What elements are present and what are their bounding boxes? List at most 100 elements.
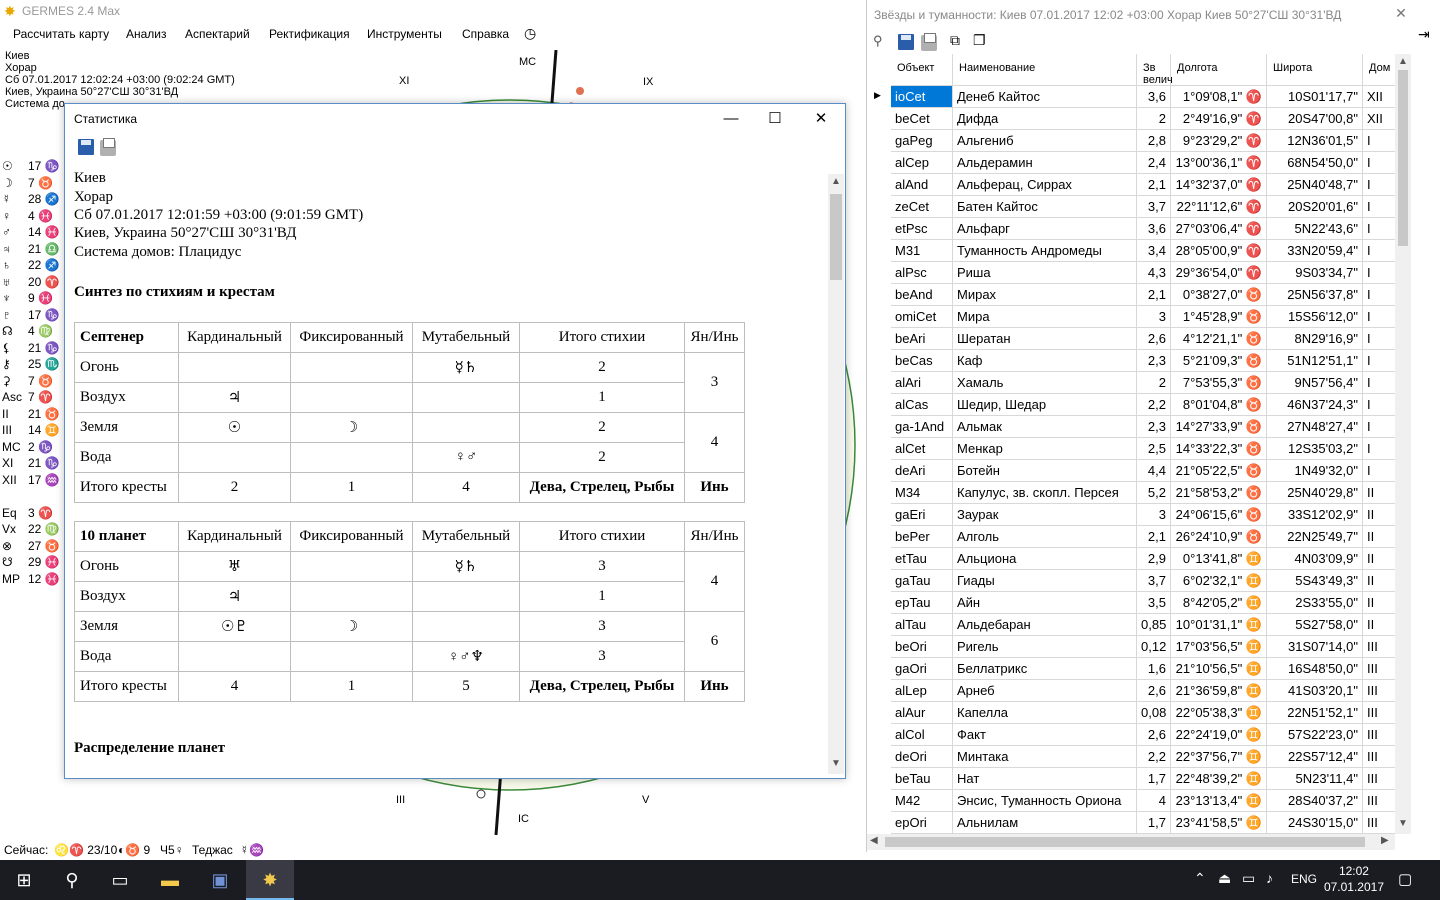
star-name-cell[interactable]: Дифда bbox=[953, 108, 1137, 130]
star-latitude-cell[interactable]: 4N03'09,9" bbox=[1267, 548, 1363, 570]
scroll-up-icon[interactable]: ▲ bbox=[1398, 56, 1408, 67]
star-magnitude-cell[interactable]: 4,3 bbox=[1137, 262, 1171, 284]
star-object-cell[interactable]: omiCet bbox=[891, 306, 953, 328]
scroll-right-icon[interactable]: ▶ bbox=[1381, 835, 1389, 846]
col-header-magnitude[interactable]: Зв велич bbox=[1137, 54, 1173, 86]
star-name-cell[interactable]: Менкар bbox=[953, 438, 1137, 460]
star-house-cell[interactable]: I bbox=[1363, 438, 1397, 460]
star-name-cell[interactable]: Нат bbox=[953, 768, 1137, 790]
star-latitude-cell[interactable]: 2S33'55,0" bbox=[1267, 592, 1363, 614]
star-latitude-cell[interactable]: 16S48'50,0" bbox=[1267, 658, 1363, 680]
star-longitude-cell[interactable]: 7°53'55,3" ♉ bbox=[1171, 372, 1267, 394]
star-longitude-cell[interactable]: 4°12'21,1" ♉ bbox=[1171, 328, 1267, 350]
star-magnitude-cell[interactable]: 2,4 bbox=[1137, 152, 1171, 174]
star-name-cell[interactable]: Риша bbox=[953, 262, 1137, 284]
star-object-cell[interactable]: epOri bbox=[891, 812, 953, 834]
star-object-cell[interactable]: etPsc bbox=[891, 218, 953, 240]
star-object-cell[interactable]: bePer bbox=[891, 526, 953, 548]
stars-horizontal-scrollbar[interactable]: ◀ ▶ bbox=[867, 834, 1395, 850]
star-longitude-cell[interactable]: 21°05'22,5" ♉ bbox=[1171, 460, 1267, 482]
star-name-cell[interactable]: Батен Кайтос bbox=[953, 196, 1137, 218]
save-icon[interactable] bbox=[78, 139, 94, 155]
star-name-cell[interactable]: Мирах bbox=[953, 284, 1137, 306]
star-house-cell[interactable]: III bbox=[1363, 680, 1397, 702]
star-magnitude-cell[interactable]: 2,1 bbox=[1137, 526, 1171, 548]
star-house-cell[interactable]: I bbox=[1363, 152, 1397, 174]
star-house-cell[interactable]: I bbox=[1363, 372, 1397, 394]
star-name-cell[interactable]: Гиады bbox=[953, 570, 1137, 592]
star-longitude-cell[interactable]: 28°05'00,9" ♈ bbox=[1171, 240, 1267, 262]
star-name-cell[interactable]: Шедир, Шедар bbox=[953, 394, 1137, 416]
star-longitude-cell[interactable]: 14°33'22,3" ♉ bbox=[1171, 438, 1267, 460]
star-house-cell[interactable]: III bbox=[1363, 636, 1397, 658]
star-latitude-cell[interactable]: 25N56'37,8" bbox=[1267, 284, 1363, 306]
star-house-cell[interactable]: I bbox=[1363, 262, 1397, 284]
star-name-cell[interactable]: Факт bbox=[953, 724, 1137, 746]
star-longitude-cell[interactable]: 0°13'41,8" ♊ bbox=[1171, 548, 1267, 570]
star-latitude-cell[interactable]: 25N40'29,8" bbox=[1267, 482, 1363, 504]
star-object-cell[interactable]: alCet bbox=[891, 438, 953, 460]
menu-help[interactable]: Справка bbox=[462, 27, 509, 41]
maximize-button[interactable]: ☐ bbox=[753, 106, 797, 132]
star-magnitude-cell[interactable]: 3,7 bbox=[1137, 570, 1171, 592]
scroll-up-icon[interactable]: ▲ bbox=[828, 176, 844, 187]
star-magnitude-cell[interactable]: 2,1 bbox=[1137, 284, 1171, 306]
scroll-thumb[interactable] bbox=[1398, 70, 1408, 246]
star-house-cell[interactable]: I bbox=[1363, 240, 1397, 262]
col-header-house[interactable]: Дом bbox=[1363, 54, 1397, 86]
germes-taskbar-icon[interactable]: ✸ bbox=[246, 860, 294, 900]
scroll-left-icon[interactable]: ◀ bbox=[870, 835, 878, 846]
star-object-cell[interactable]: M42 bbox=[891, 790, 953, 812]
minimize-button[interactable]: — bbox=[709, 106, 753, 132]
scroll-thumb[interactable] bbox=[830, 194, 842, 280]
star-longitude-cell[interactable]: 17°03'56,5" ♊ bbox=[1171, 636, 1267, 658]
star-longitude-cell[interactable]: 14°27'33,9" ♉ bbox=[1171, 416, 1267, 438]
star-latitude-cell[interactable]: 5S27'58,0" bbox=[1267, 614, 1363, 636]
star-latitude-cell[interactable]: 9S03'34,7" bbox=[1267, 262, 1363, 284]
statistics-titlebar[interactable]: Статистика — ☐ ✕ bbox=[65, 104, 845, 134]
star-longitude-cell[interactable]: 9°23'29,2" ♈ bbox=[1171, 130, 1267, 152]
star-longitude-cell[interactable]: 5°21'09,3" ♉ bbox=[1171, 350, 1267, 372]
star-longitude-cell[interactable]: 8°01'04,8" ♉ bbox=[1171, 394, 1267, 416]
star-house-cell[interactable]: I bbox=[1363, 196, 1397, 218]
star-latitude-cell[interactable]: 8N29'16,9" bbox=[1267, 328, 1363, 350]
star-latitude-cell[interactable]: 12S35'03,2" bbox=[1267, 438, 1363, 460]
save-app-icon[interactable]: ▣ bbox=[196, 860, 244, 900]
star-longitude-cell[interactable]: 22°24'19,0" ♊ bbox=[1171, 724, 1267, 746]
star-latitude-cell[interactable]: 10S01'17,7" bbox=[1267, 86, 1363, 108]
star-magnitude-cell[interactable]: 2,6 bbox=[1137, 680, 1171, 702]
menu-calc-chart[interactable]: Рассчитать карту bbox=[13, 27, 109, 41]
star-house-cell[interactable]: III bbox=[1363, 746, 1397, 768]
star-name-cell[interactable]: Альгениб bbox=[953, 130, 1137, 152]
star-longitude-cell[interactable]: 29°36'54,0" ♈ bbox=[1171, 262, 1267, 284]
star-object-cell[interactable]: beTau bbox=[891, 768, 953, 790]
star-magnitude-cell[interactable]: 5,2 bbox=[1137, 482, 1171, 504]
star-magnitude-cell[interactable]: 2,1 bbox=[1137, 174, 1171, 196]
star-latitude-cell[interactable]: 20S20'01,6" bbox=[1267, 196, 1363, 218]
star-object-cell[interactable]: ioCet bbox=[891, 86, 953, 108]
star-name-cell[interactable]: Капулус, зв. скопл. Персея bbox=[953, 482, 1137, 504]
star-name-cell[interactable]: Ригель bbox=[953, 636, 1137, 658]
star-latitude-cell[interactable]: 5S43'49,3" bbox=[1267, 570, 1363, 592]
star-house-cell[interactable]: III bbox=[1363, 724, 1397, 746]
star-house-cell[interactable]: III bbox=[1363, 768, 1397, 790]
star-longitude-cell[interactable]: 27°03'06,4" ♈ bbox=[1171, 218, 1267, 240]
star-house-cell[interactable]: II bbox=[1363, 526, 1397, 548]
star-object-cell[interactable]: M31 bbox=[891, 240, 953, 262]
star-name-cell[interactable]: Туманность Андромеды bbox=[953, 240, 1137, 262]
star-house-cell[interactable]: II bbox=[1363, 504, 1397, 526]
panel-dock-icon[interactable]: ⇥ bbox=[1418, 26, 1430, 43]
star-latitude-cell[interactable]: 46N37'24,3" bbox=[1267, 394, 1363, 416]
star-magnitude-cell[interactable]: 2 bbox=[1137, 108, 1171, 130]
scroll-down-icon[interactable]: ▼ bbox=[828, 758, 844, 769]
star-magnitude-cell[interactable]: 2,6 bbox=[1137, 724, 1171, 746]
star-longitude-cell[interactable]: 22°37'56,7" ♊ bbox=[1171, 746, 1267, 768]
star-magnitude-cell[interactable]: 3 bbox=[1137, 306, 1171, 328]
menu-aspectarium[interactable]: Аспектарий bbox=[185, 27, 250, 41]
star-magnitude-cell[interactable]: 2,3 bbox=[1137, 416, 1171, 438]
star-magnitude-cell[interactable]: 4,4 bbox=[1137, 460, 1171, 482]
star-latitude-cell[interactable]: 5N23'11,4" bbox=[1267, 768, 1363, 790]
star-object-cell[interactable]: ga-1And bbox=[891, 416, 953, 438]
col-header-name[interactable]: Наименование bbox=[953, 54, 1137, 86]
star-latitude-cell[interactable]: 1N49'32,0" bbox=[1267, 460, 1363, 482]
